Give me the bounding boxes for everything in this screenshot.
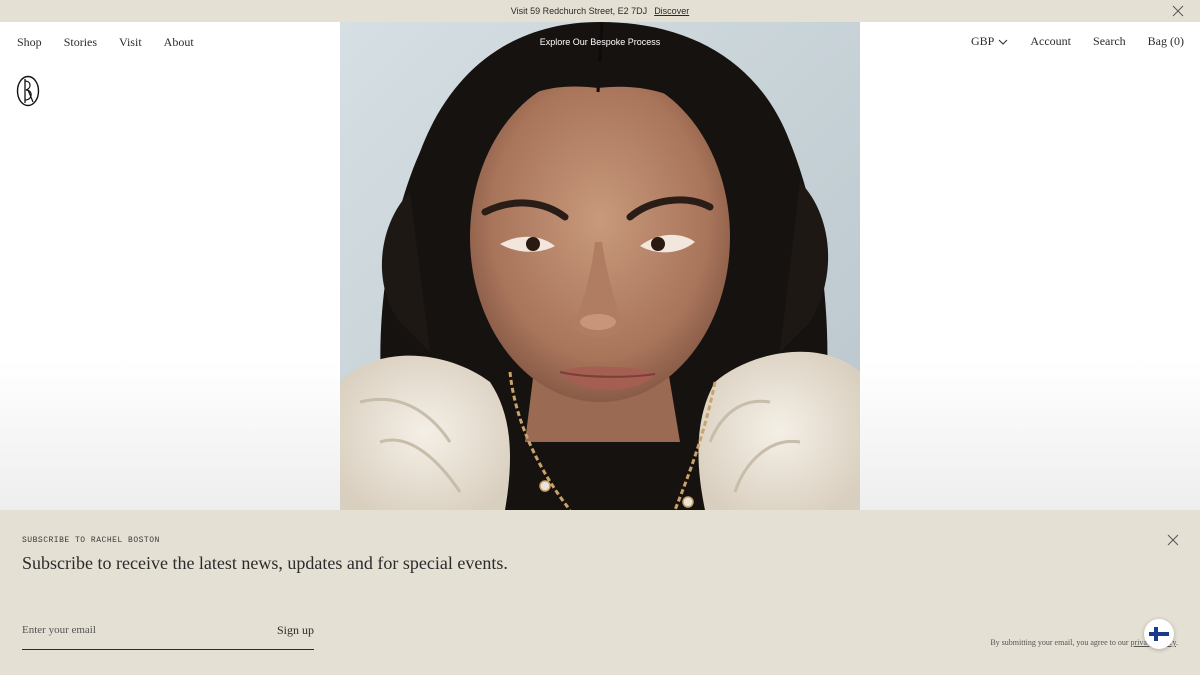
- utility-nav: GBP Account Search Bag (0): [971, 34, 1184, 49]
- nav-item-about[interactable]: About: [164, 35, 194, 50]
- announcement-discover-link[interactable]: Discover: [654, 6, 689, 16]
- finland-flag-icon: [1149, 627, 1169, 641]
- sign-up-button[interactable]: Sign up: [277, 623, 314, 638]
- disclaimer-end: .: [1176, 638, 1178, 647]
- announcement-text: Visit 59 Redchurch Street, E2 7DJ: [510, 6, 648, 16]
- hero-image[interactable]: Explore Our Bespoke Process: [340, 22, 860, 510]
- nav-item-stories[interactable]: Stories: [64, 35, 97, 50]
- country-flag-button[interactable]: [1144, 619, 1174, 649]
- search-link[interactable]: Search: [1093, 34, 1126, 49]
- hero-portrait: [340, 22, 860, 510]
- nav-item-shop[interactable]: Shop: [17, 35, 42, 50]
- email-field[interactable]: [22, 624, 242, 636]
- subscribe-heading: Subscribe to receive the latest news, up…: [22, 553, 508, 573]
- close-icon[interactable]: [1172, 5, 1184, 17]
- account-link[interactable]: Account: [1030, 34, 1071, 49]
- primary-nav: Shop Stories Visit About: [17, 35, 194, 50]
- chevron-down-icon: [999, 39, 1008, 45]
- disclaimer-text: By submitting your email, you agree to o…: [990, 638, 1129, 647]
- close-icon[interactable]: [1167, 534, 1179, 546]
- bag-link[interactable]: Bag (0): [1148, 34, 1184, 49]
- subscribe-eyebrow: SUBSCRIBE TO RACHEL BOSTON: [22, 536, 160, 545]
- rb-monogram-logo[interactable]: [16, 75, 40, 107]
- currency-selector[interactable]: GBP: [971, 34, 1008, 49]
- nav-item-visit[interactable]: Visit: [119, 35, 142, 50]
- announcement-bar: Visit 59 Redchurch Street, E2 7DJ Discov…: [0, 0, 1200, 22]
- subscribe-panel: SUBSCRIBE TO RACHEL BOSTON Subscribe to …: [0, 510, 1200, 675]
- email-form: Sign up: [22, 623, 314, 650]
- currency-label: GBP: [971, 34, 995, 48]
- hero-cta-link[interactable]: Explore Our Bespoke Process: [340, 37, 860, 47]
